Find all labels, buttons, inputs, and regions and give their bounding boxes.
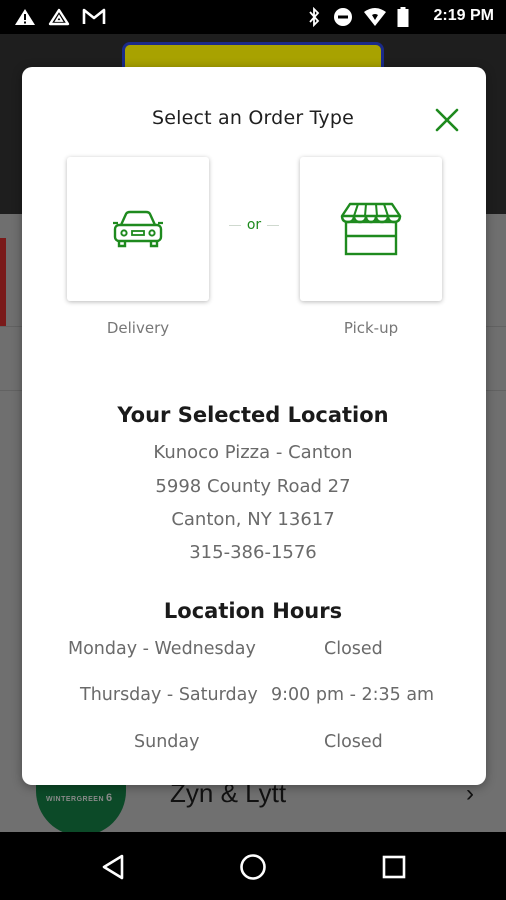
home-icon [240, 854, 266, 880]
delivery-option-label: Delivery [106, 319, 170, 337]
hours-row-time: Closed [324, 639, 383, 659]
status-bar: 2:19 PM [0, 0, 506, 34]
or-separator: or [218, 215, 290, 235]
separator-dash [267, 224, 280, 226]
home-button[interactable] [236, 850, 270, 884]
back-icon [102, 854, 124, 880]
product-flavor-text: WINTERGREEN [46, 796, 104, 803]
hours-row-days: Monday - Wednesday [68, 639, 256, 659]
order-type-dialog: Select an Order Type Delivery or Pick-up… [22, 67, 486, 785]
status-time: 2:19 PM [433, 7, 494, 24]
delivery-option-button[interactable] [67, 157, 209, 301]
hours-row-days: Sunday [134, 732, 200, 752]
dialog-title: Select an Order Type [151, 107, 355, 129]
pickup-option-button[interactable] [300, 157, 442, 301]
location-address-line2: Canton, NY 13617 [171, 509, 335, 530]
location-name: Kunoco Pizza - Canton [153, 442, 353, 463]
background-accent-strip [0, 238, 6, 326]
hours-row-time: Closed [324, 732, 383, 752]
or-label: or [246, 217, 262, 233]
wifi-icon [362, 8, 388, 26]
do-not-disturb-icon [332, 8, 354, 26]
location-phone[interactable]: 315-386-1576 [22, 542, 484, 563]
navigation-bar [0, 832, 506, 900]
battery-icon [396, 7, 410, 27]
back-button[interactable] [96, 850, 130, 884]
hours-row-days: Thursday - Saturday [80, 685, 258, 705]
triangle-logo-icon [48, 8, 70, 26]
bluetooth-icon [306, 7, 322, 27]
close-button[interactable] [430, 103, 464, 137]
product-strength-text: 6 [106, 792, 113, 804]
pickup-option-label: Pick-up [343, 319, 399, 337]
location-heading: Your Selected Location [117, 403, 389, 427]
recents-icon [382, 855, 406, 879]
location-address-line1: 5998 County Road 27 [155, 476, 351, 497]
storefront-icon [340, 202, 402, 256]
warning-icon [14, 8, 36, 26]
close-icon [435, 108, 459, 132]
hours-row-time: 9:00 pm - 2:35 am [271, 685, 435, 705]
hours-heading: Location Hours [163, 599, 343, 623]
gmail-icon [82, 8, 106, 26]
recents-button[interactable] [377, 850, 411, 884]
separator-dash [228, 224, 241, 226]
car-icon [113, 210, 163, 248]
